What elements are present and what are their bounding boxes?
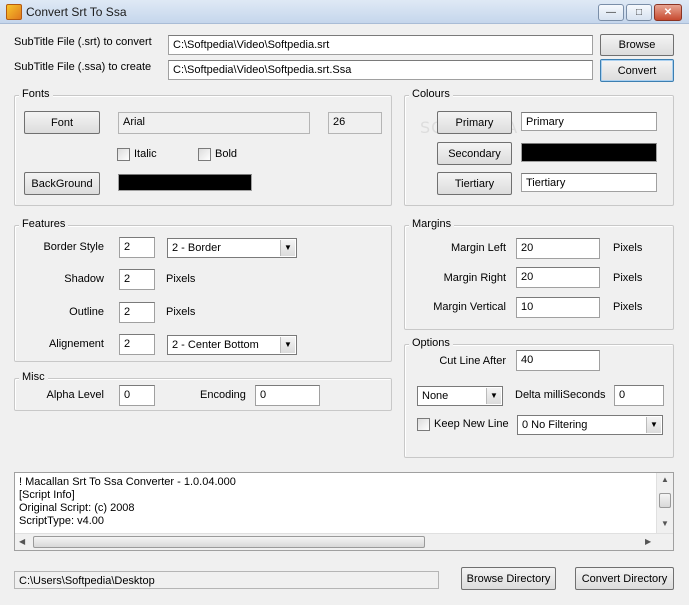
margins-group-title: Margins	[409, 218, 455, 230]
log-line: [Script Info]	[19, 489, 75, 501]
font-size-field: 26	[328, 112, 382, 134]
margin-right-unit: Pixels	[613, 272, 643, 284]
delta-milliseconds-label: Delta milliSeconds	[515, 389, 606, 401]
maximize-button[interactable]: □	[626, 4, 652, 21]
close-button[interactable]: ✕	[654, 4, 682, 21]
alpha-level-label: Alpha Level	[46, 389, 105, 401]
chevron-down-icon: ▼	[646, 417, 661, 433]
scroll-left-icon[interactable]: ◀	[19, 537, 25, 546]
outline-input[interactable]: 2	[119, 302, 155, 323]
fonts-group-title: Fonts	[19, 88, 53, 100]
outline-unit: Pixels	[166, 306, 196, 318]
alignment-label: Alignement	[48, 338, 104, 350]
delta-milliseconds-input[interactable]: 0	[614, 385, 664, 406]
chevron-down-icon: ▼	[280, 337, 295, 353]
cut-line-label: Cut Line After	[439, 355, 506, 367]
browse-directory-button[interactable]: Browse Directory	[461, 567, 556, 590]
encoding-label: Encoding	[200, 389, 246, 401]
log-line: Original Script: (c) 2008	[19, 502, 135, 514]
timing-mode-select-value: None	[422, 390, 449, 402]
margin-vertical-label: Margin Vertical	[433, 301, 506, 313]
primary-button[interactable]: Primary	[437, 111, 512, 134]
filtering-select-value: 0 No Filtering	[522, 419, 588, 431]
font-button[interactable]: Font	[24, 111, 100, 134]
log-line: ! Macallan Srt To Ssa Converter - 1.0.04…	[19, 476, 236, 488]
horizontal-scroll-thumb[interactable]	[33, 536, 425, 548]
font-name-field: Arial	[118, 112, 310, 134]
alignment-select[interactable]: 2 - Center Bottom ▼	[167, 335, 297, 355]
features-group-title: Features	[19, 218, 69, 230]
ssa-file-label: SubTitle File (.ssa) to create	[14, 61, 152, 73]
convert-button[interactable]: Convert	[600, 59, 674, 82]
colours-group-title: Colours	[409, 88, 453, 100]
log-line: ScriptType: v4.00	[19, 515, 104, 527]
options-group-title: Options	[409, 337, 453, 349]
output-directory-field: C:\Users\Softpedia\Desktop	[14, 571, 439, 589]
background-button[interactable]: BackGround	[24, 172, 100, 195]
ssa-file-input[interactable]: C:\Softpedia\Video\Softpedia.srt.Ssa	[168, 60, 593, 80]
horizontal-scrollbar[interactable]: ◀ ▶	[15, 533, 673, 550]
secondary-button[interactable]: Secondary	[437, 142, 512, 165]
alpha-level-input[interactable]: 0	[119, 385, 155, 406]
srt-file-label: SubTitle File (.srt) to convert	[14, 36, 152, 48]
scroll-right-icon[interactable]: ▶	[645, 537, 651, 546]
srt-file-input[interactable]: C:\Softpedia\Video\Softpedia.srt	[168, 35, 593, 55]
margin-left-label: Margin Left	[450, 242, 506, 254]
margin-left-input[interactable]: 20	[516, 238, 600, 259]
background-color-swatch	[118, 174, 252, 191]
keep-new-line-label: Keep New Line	[434, 418, 509, 430]
bold-checkbox[interactable]	[198, 148, 211, 161]
chevron-down-icon: ▼	[486, 388, 501, 404]
border-style-select[interactable]: 2 - Border ▼	[167, 238, 297, 258]
primary-field[interactable]: Primary	[521, 112, 657, 131]
timing-mode-select[interactable]: None ▼	[417, 386, 503, 406]
cut-line-input[interactable]: 40	[516, 350, 600, 371]
border-style-input[interactable]: 2	[119, 237, 155, 258]
margin-vertical-input[interactable]: 10	[516, 297, 600, 318]
window-title: Convert Srt To Ssa	[26, 5, 127, 19]
bold-label: Bold	[215, 148, 238, 160]
shadow-label: Shadow	[64, 273, 104, 285]
encoding-input[interactable]: 0	[255, 385, 320, 406]
script-log[interactable]: ! Macallan Srt To Ssa Converter - 1.0.04…	[14, 472, 674, 551]
chevron-down-icon: ▼	[280, 240, 295, 256]
italic-checkbox[interactable]	[117, 148, 130, 161]
margin-left-unit: Pixels	[613, 242, 643, 254]
minimize-button[interactable]: —	[598, 4, 624, 21]
margin-right-input[interactable]: 20	[516, 267, 600, 288]
scroll-down-icon[interactable]: ▼	[661, 519, 669, 528]
margin-right-label: Margin Right	[443, 272, 506, 284]
vertical-scroll-thumb[interactable]	[659, 493, 671, 508]
outline-label: Outline	[69, 306, 104, 318]
border-style-label: Border Style	[43, 241, 104, 253]
filtering-select[interactable]: 0 No Filtering ▼	[517, 415, 663, 435]
shadow-unit: Pixels	[166, 273, 196, 285]
log-lines: ! Macallan Srt To Ssa Converter - 1.0.04…	[19, 476, 236, 528]
title-bar: Convert Srt To Ssa — □ ✕	[0, 0, 689, 24]
scroll-up-icon[interactable]: ▲	[661, 475, 669, 484]
italic-label: Italic	[134, 148, 157, 160]
browse-button[interactable]: Browse	[600, 34, 674, 56]
alignment-select-value: 2 - Center Bottom	[172, 339, 259, 351]
keep-new-line-checkbox[interactable]	[417, 418, 430, 431]
shadow-input[interactable]: 2	[119, 269, 155, 290]
convert-directory-button[interactable]: Convert Directory	[575, 567, 674, 590]
alignment-input[interactable]: 2	[119, 334, 155, 355]
tiertiary-field[interactable]: Tiertiary	[521, 173, 657, 192]
border-style-select-value: 2 - Border	[172, 242, 221, 254]
margin-vertical-unit: Pixels	[613, 301, 643, 313]
tiertiary-button[interactable]: Tiertiary	[437, 172, 512, 195]
app-icon	[6, 4, 22, 20]
vertical-scrollbar[interactable]: ▲ ▼	[656, 473, 673, 533]
misc-group-title: Misc	[19, 371, 48, 383]
secondary-color-swatch	[521, 143, 657, 162]
